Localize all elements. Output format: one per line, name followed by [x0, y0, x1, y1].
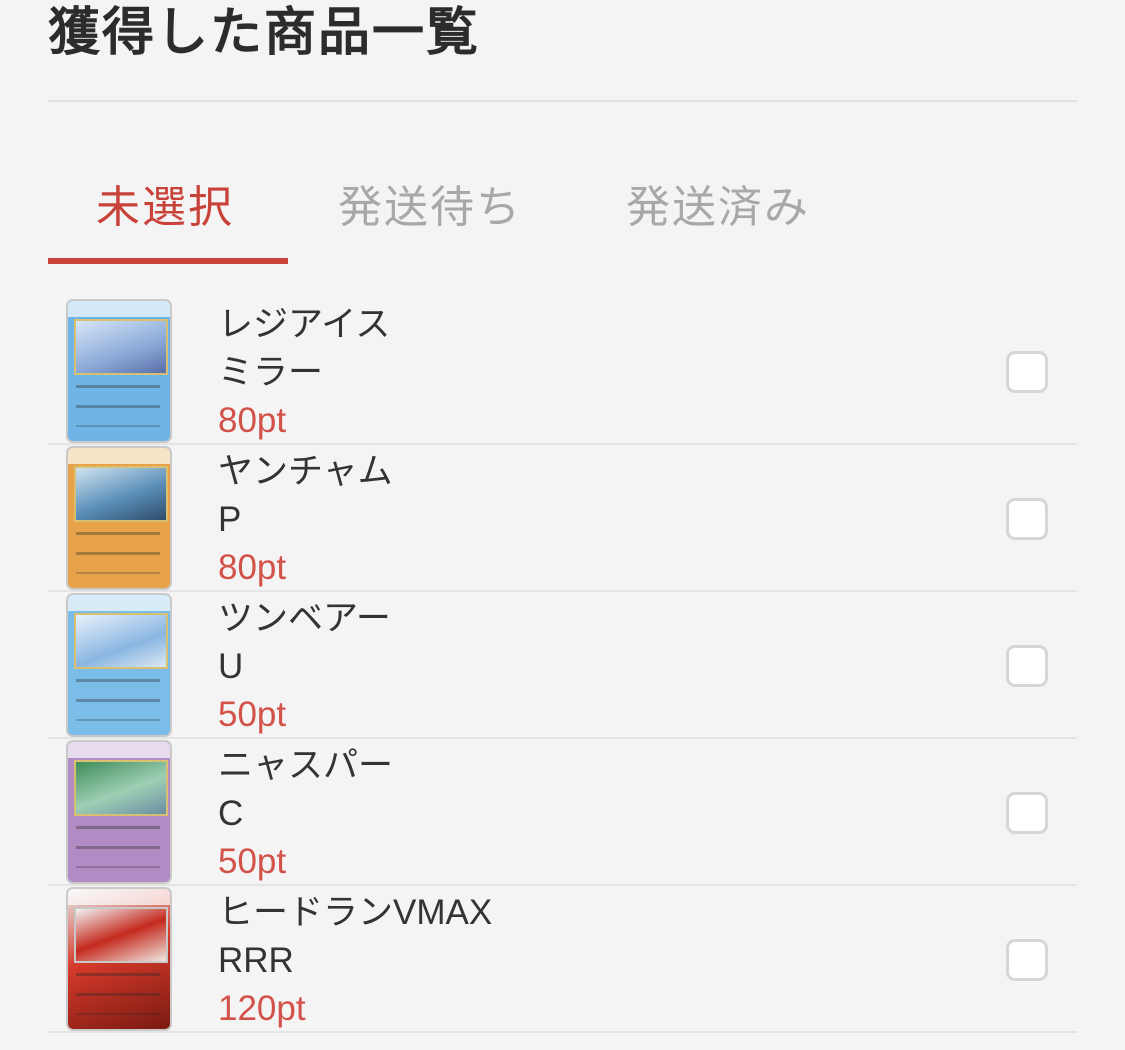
list-item: ヤンチャム P 80pt — [48, 445, 1077, 592]
item-details: ヤンチャム P 80pt — [218, 448, 393, 592]
list-item: ツンベアー U 50pt — [48, 592, 1077, 739]
title-divider — [48, 100, 1077, 102]
card-image — [68, 889, 170, 1029]
card-image — [68, 595, 170, 735]
tab-shipped[interactable]: 発送済み — [626, 170, 810, 250]
item-select-checkbox[interactable] — [1006, 351, 1048, 393]
item-points: 50pt — [218, 842, 287, 881]
list-item: ヒードランVMAX RRR 120pt — [48, 886, 1077, 1033]
item-details: レジアイス ミラー 80pt — [218, 301, 390, 445]
card-image — [68, 742, 170, 882]
tab-awaiting-shipment[interactable]: 発送待ち — [338, 170, 522, 250]
item-rarity: RRR — [218, 941, 294, 980]
item-details: ツンベアー U 50pt — [218, 595, 391, 739]
item-list: レジアイス ミラー 80pt ヤンチャム P 80pt ツンベアー U 50pt — [48, 298, 1077, 1033]
item-name: レジアイス — [218, 305, 391, 344]
card-image — [68, 301, 170, 441]
item-name: ヤンチャム — [218, 452, 393, 491]
item-select-checkbox[interactable] — [1006, 645, 1048, 687]
item-rarity: C — [218, 794, 244, 833]
list-item: レジアイス ミラー 80pt — [48, 298, 1077, 445]
tab-bar: 未選択 発送待ち 発送済み — [48, 170, 1077, 266]
item-select-checkbox[interactable] — [1006, 792, 1048, 834]
item-name: ニャスパー — [218, 746, 394, 785]
item-rarity: U — [218, 647, 244, 686]
item-details: ニャスパー C 50pt — [218, 742, 393, 886]
tab-unselected[interactable]: 未選択 — [96, 170, 234, 250]
item-points: 50pt — [218, 695, 287, 734]
item-select-checkbox[interactable] — [1006, 939, 1048, 981]
item-details: ヒードランVMAX RRR 120pt — [218, 889, 492, 1033]
item-points: 120pt — [218, 989, 306, 1028]
item-rarity: ミラー — [218, 353, 324, 392]
card-image — [68, 448, 170, 588]
page-title: 獲得した商品一覧 — [48, 3, 481, 63]
list-item: ニャスパー C 50pt — [48, 739, 1077, 886]
item-points: 80pt — [218, 401, 287, 440]
item-points: 80pt — [218, 548, 287, 587]
item-rarity: P — [218, 500, 242, 539]
item-name: ヒードランVMAX — [218, 893, 493, 932]
item-name: ツンベアー — [218, 599, 391, 638]
active-tab-indicator — [48, 258, 288, 264]
item-select-checkbox[interactable] — [1006, 498, 1048, 540]
